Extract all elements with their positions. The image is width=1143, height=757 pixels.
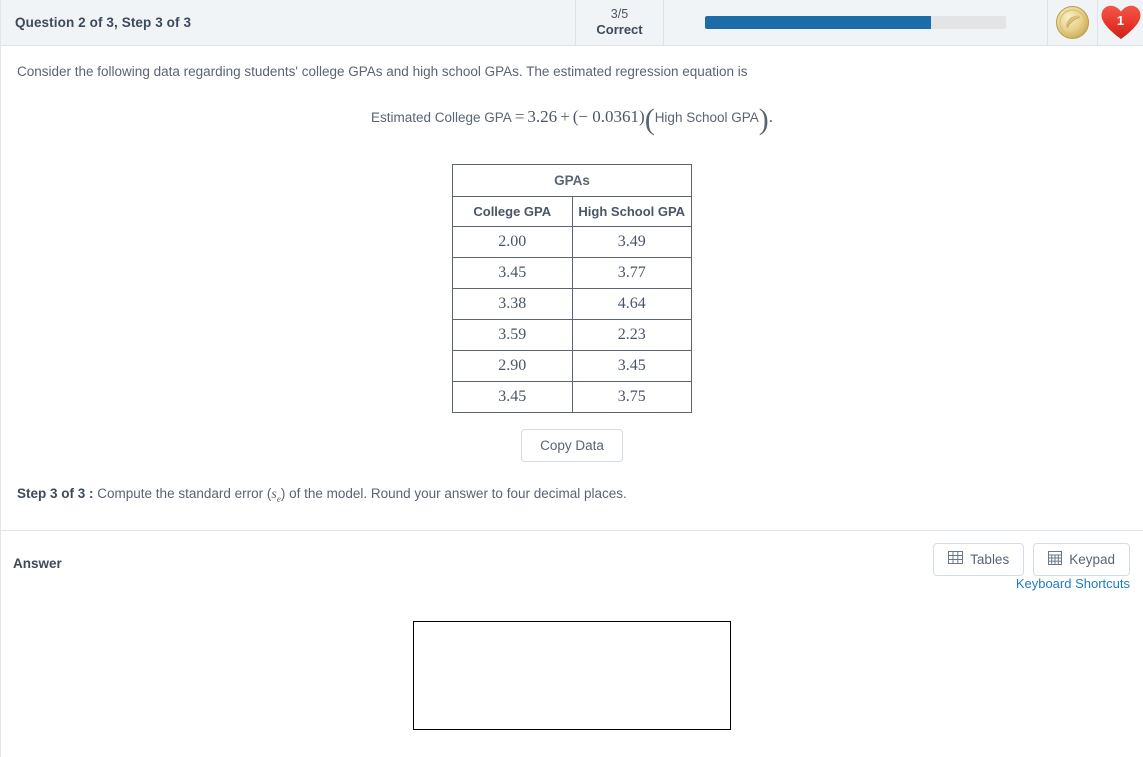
copy-data-wrap: Copy Data (1, 429, 1143, 462)
life-count: 1 (1116, 12, 1125, 28)
cell-college-gpa: 3.38 (452, 288, 573, 320)
heart-icon: 1 (1099, 4, 1143, 42)
table-body: 2.00 3.49 3.45 3.77 3.38 4.64 3.59 2.23 2.90 3.45… (452, 226, 692, 413)
score-cell: 3/5 Correct (576, 0, 664, 45)
keypad-button-label: Keypad (1069, 551, 1115, 567)
column-header-college-gpa: College GPA (452, 196, 573, 227)
page-title: Question 2 of 3, Step 3 of 3 (15, 15, 192, 30)
cell-college-gpa: 3.45 (452, 257, 573, 289)
cell-high-school-gpa: 3.77 (571, 257, 692, 289)
column-header-high-school-gpa: High School GPA (571, 196, 692, 227)
answer-input[interactable] (413, 620, 731, 730)
standard-error-symbol: se (271, 487, 280, 504)
step-text-after: ) of the model. Round your answer to fou… (280, 486, 627, 501)
equation-variable: High School GPA (654, 110, 759, 125)
table-caption: GPAs (452, 164, 692, 197)
coin-icon (1055, 5, 1090, 40)
progress-bar (705, 16, 1006, 29)
score-label: Correct (596, 22, 643, 37)
life-cell: 1 (1098, 0, 1143, 45)
table-row: 3.45 3.75 (452, 381, 692, 413)
cell-high-school-gpa: 3.75 (571, 381, 692, 413)
question-header: Question 2 of 3, Step 3 of 3 3/5 Correct (1, 0, 1143, 46)
coin-cell (1048, 0, 1098, 45)
table-header-row: College GPA High School GPA (452, 196, 692, 227)
cell-high-school-gpa: 3.45 (571, 350, 692, 382)
answer-bar: Answer Tables Keypad Keyboard Shortcuts (1, 531, 1143, 607)
equation-equals: = (514, 107, 525, 126)
cell-college-gpa: 3.59 (452, 319, 573, 351)
table-row: 3.38 4.64 (452, 288, 692, 320)
step-text-before: Compute the standard error ( (97, 486, 272, 501)
question-body: Consider the following data regarding st… (1, 46, 1143, 730)
progress-bar-fill (705, 16, 931, 29)
equation-group-close-paren: ) (758, 103, 769, 136)
equation-group-open-paren: ( (644, 103, 655, 136)
question-page: Question 2 of 3, Step 3 of 3 3/5 Correct (0, 0, 1143, 757)
cell-college-gpa: 2.90 (452, 350, 573, 382)
score-fraction: 3/5 (610, 7, 629, 21)
tables-button-label: Tables (970, 551, 1010, 567)
table-caption-row: GPAs (452, 164, 692, 197)
equation-lhs: Estimated College GPA (370, 110, 512, 125)
keypad-button[interactable]: Keypad (1033, 542, 1130, 576)
answer-label: Answer (13, 555, 62, 571)
cell-high-school-gpa: 3.49 (571, 226, 692, 258)
data-table-wrap: GPAs College GPA High School GPA 2.00 3.4… (1, 164, 1143, 413)
copy-data-button[interactable]: Copy Data (521, 429, 623, 462)
question-intro: Consider the following data regarding st… (17, 64, 748, 79)
equation-plus: + (560, 107, 570, 126)
cell-college-gpa: 2.00 (452, 226, 573, 258)
cell-high-school-gpa: 4.64 (571, 288, 692, 320)
answer-tool-buttons: Tables Keypad (933, 542, 1130, 576)
table-row: 3.45 3.77 (452, 257, 692, 289)
equation-slope: − 0.0361 (578, 107, 640, 126)
calculator-icon (1048, 550, 1063, 568)
cell-college-gpa: 3.45 (452, 381, 573, 413)
tables-button[interactable]: Tables (933, 542, 1025, 576)
equation-intercept: 3.26 (527, 107, 558, 126)
keyboard-shortcuts-link[interactable]: Keyboard Shortcuts (1016, 576, 1130, 591)
step-instruction: Step 3 of 3 : Compute the standard error… (1, 462, 1143, 509)
table-row: 2.00 3.49 (452, 226, 692, 258)
table-row: 3.59 2.23 (452, 319, 692, 351)
step-label: Step 3 of 3 : (17, 486, 94, 501)
equation-period: . (768, 107, 773, 126)
cell-high-school-gpa: 2.23 (571, 319, 692, 351)
gpa-data-table: GPAs College GPA High School GPA 2.00 3.4… (452, 164, 692, 413)
answer-input-wrap (1, 620, 1143, 730)
regression-equation: Estimated College GPA = 3.26 + (− 0.0361)(Hi… (1, 103, 1143, 137)
table-grid-icon (948, 551, 964, 567)
progress-cell (664, 0, 1048, 45)
table-row: 2.90 3.45 (452, 350, 692, 382)
header-title-cell: Question 2 of 3, Step 3 of 3 (1, 0, 576, 45)
